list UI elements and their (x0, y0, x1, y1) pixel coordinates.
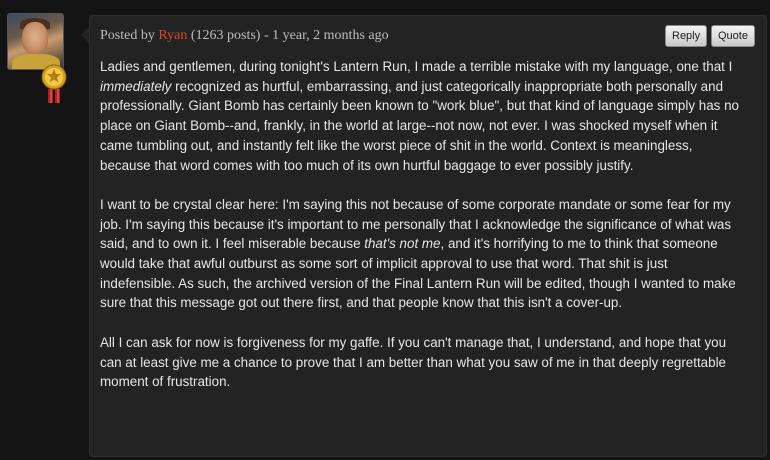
header-separator: - (260, 28, 273, 43)
emphasized-text: immediately (100, 78, 172, 94)
post-paragraph: All I can ask for now is forgiveness for… (100, 333, 740, 392)
avatar-face (22, 22, 48, 54)
forum-post: Posted by Ryan (1263 posts) - 1 year, 2 … (89, 15, 767, 457)
user-column (7, 13, 67, 103)
post-paragraph: I want to be crystal clear here: I'm say… (100, 195, 740, 313)
posted-by-label: Posted by (100, 28, 159, 43)
emphasized-text: that's not me (364, 236, 441, 252)
post-count: (1263 posts) (187, 28, 261, 43)
paragraph-text: recognized as hurtful, embarrassing, and… (100, 78, 739, 173)
author-link[interactable]: Ryan (158, 28, 187, 43)
post-paragraph: Ladies and gentlemen, during tonight's L… (100, 57, 740, 175)
quote-button[interactable]: Quote (711, 25, 755, 47)
gold-medal-icon (41, 64, 67, 103)
post-body: Ladies and gentlemen, during tonight's L… (100, 57, 740, 412)
post-timestamp: 1 year, 2 months ago (272, 28, 389, 43)
post-header: Posted by Ryan (1263 posts) - 1 year, 2 … (100, 28, 389, 44)
user-avatar[interactable] (7, 13, 64, 70)
reply-button[interactable]: Reply (665, 25, 708, 47)
paragraph-text: Ladies and gentlemen, during tonight's L… (100, 59, 733, 74)
paragraph-text: All I can ask for now is forgiveness for… (100, 334, 727, 390)
